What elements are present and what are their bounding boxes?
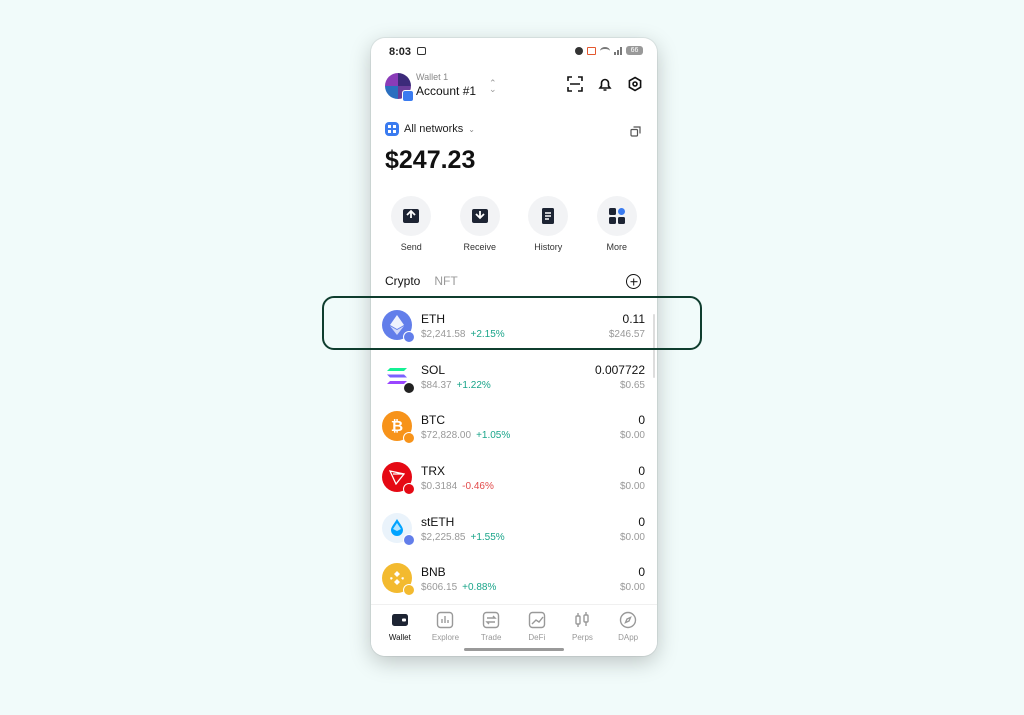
compass-icon (619, 611, 637, 629)
network-selector[interactable]: All networks ⌄ (385, 122, 475, 136)
token-price: $606.15 (421, 582, 458, 594)
token-change: +1.22% (456, 379, 491, 391)
token-change: +1.55% (470, 531, 505, 543)
token-amount: 0.007722 (594, 362, 645, 377)
token-row-sol[interactable]: SOL $84.37 +1.22% 0.007722 $0.65 (371, 353, 657, 404)
token-value: $0.00 (619, 430, 645, 442)
token-value: $0.00 (619, 531, 645, 543)
token-change: +0.88% (462, 582, 497, 594)
nav-perps[interactable]: Perps (560, 605, 604, 656)
token-symbol: BNB (421, 565, 446, 580)
token-symbol: stETH (421, 514, 455, 529)
receive-icon (471, 209, 488, 223)
tab-nft[interactable]: NFT (434, 274, 457, 288)
nav-label: Wallet (388, 633, 411, 642)
total-balance: $247.23 (385, 146, 476, 174)
networks-icon (385, 122, 399, 136)
more-button[interactable]: More (587, 196, 647, 252)
wallet-icon (391, 614, 408, 626)
candlestick-icon (575, 612, 590, 627)
bnb-icon (382, 563, 415, 597)
send-button[interactable]: Send (381, 196, 441, 252)
wifi-icon (600, 46, 610, 55)
wallet-badge-icon (402, 90, 414, 102)
receive-button[interactable]: Receive (450, 196, 510, 252)
token-price: $2,225.85 (421, 531, 466, 543)
nav-label: Trade (480, 633, 502, 642)
token-amount: 0 (638, 514, 645, 529)
sol-icon (382, 360, 415, 394)
token-row-steth[interactable]: stETH $2,225.85 +1.55% 0 $0.00 (371, 505, 657, 556)
avatar[interactable] (385, 73, 414, 102)
nav-explore[interactable]: Explore (423, 605, 467, 656)
token-row-btc[interactable]: ₿ BTC $72,828.00 +1.05% 0 $0.00 (371, 403, 657, 454)
tab-crypto[interactable]: Crypto (385, 274, 420, 288)
action-buttons: Send Receive History More (371, 196, 657, 252)
screen-record-icon (417, 47, 426, 55)
wallet-header: Wallet 1 Account #1 ⌃ ⌄ (385, 72, 643, 106)
history-button[interactable]: History (518, 196, 578, 252)
home-indicator[interactable] (464, 648, 564, 651)
wallet-label: Wallet 1 (416, 72, 449, 82)
token-symbol: TRX (421, 464, 445, 479)
bottom-nav: Wallet Explore Trade DeFi Perps DApp (371, 604, 657, 656)
defi-icon (528, 611, 545, 629)
scan-icon[interactable] (567, 76, 583, 92)
status-icons: 66 (575, 46, 643, 55)
account-name: Account #1 (416, 84, 477, 98)
chevron-down-icon: ⌄ (468, 124, 475, 134)
nav-label: Explore (431, 633, 460, 642)
token-price: $84.37 (421, 379, 452, 391)
send-icon (403, 209, 420, 223)
explore-icon (437, 611, 454, 629)
nav-label: DeFi (528, 633, 546, 642)
signal-icon (614, 46, 622, 55)
token-value: $0.65 (619, 379, 645, 391)
network-label: All networks (404, 123, 464, 135)
history-label: History (534, 242, 563, 252)
nav-label: DApp (618, 633, 639, 642)
status-time: 8:03 (389, 46, 412, 58)
nav-label: Perps (572, 633, 593, 642)
status-bar: 8:03 66 (371, 38, 657, 64)
steth-icon (382, 512, 415, 546)
token-value: $0.00 (619, 481, 645, 493)
token-change: +1.05% (476, 430, 511, 442)
token-symbol: SOL (421, 362, 446, 377)
nav-dapp[interactable]: DApp (606, 605, 650, 656)
bell-icon[interactable] (597, 76, 613, 92)
account-switcher[interactable]: Wallet 1 Account #1 (416, 72, 476, 98)
copy-icon[interactable] (630, 124, 641, 137)
btc-icon: ₿ (382, 411, 415, 445)
asset-tabs: Crypto NFT (385, 274, 458, 288)
token-price: $72,828.00 (421, 430, 472, 442)
trade-icon (482, 611, 500, 629)
highlight-box (322, 296, 702, 350)
send-label: Send (400, 242, 422, 252)
receive-label: Receive (463, 242, 496, 252)
token-price: $0.3184 (421, 481, 458, 493)
token-change: -0.46% (462, 481, 494, 493)
add-token-icon[interactable] (626, 274, 641, 289)
chevron-updown-icon[interactable]: ⌃ ⌄ (489, 79, 497, 94)
token-row-trx[interactable]: TRX $0.3184 -0.46% 0 $0.00 (371, 454, 657, 505)
settings-icon[interactable] (627, 76, 643, 92)
token-amount: 0 (638, 464, 645, 479)
trx-icon (382, 462, 415, 496)
history-icon (542, 208, 555, 224)
more-label: More (606, 242, 627, 252)
token-amount: 0 (638, 413, 645, 428)
notification-icon (587, 46, 596, 55)
grid-icon (608, 208, 625, 224)
token-symbol: BTC (421, 413, 445, 428)
token-value: $0.00 (619, 582, 645, 594)
token-amount: 0 (638, 565, 645, 580)
battery-icon: 66 (626, 46, 643, 55)
dnd-icon (575, 46, 583, 55)
token-row-bnb[interactable]: BNB $606.15 +0.88% 0 $0.00 (371, 555, 657, 606)
nav-wallet[interactable]: Wallet (378, 605, 422, 656)
